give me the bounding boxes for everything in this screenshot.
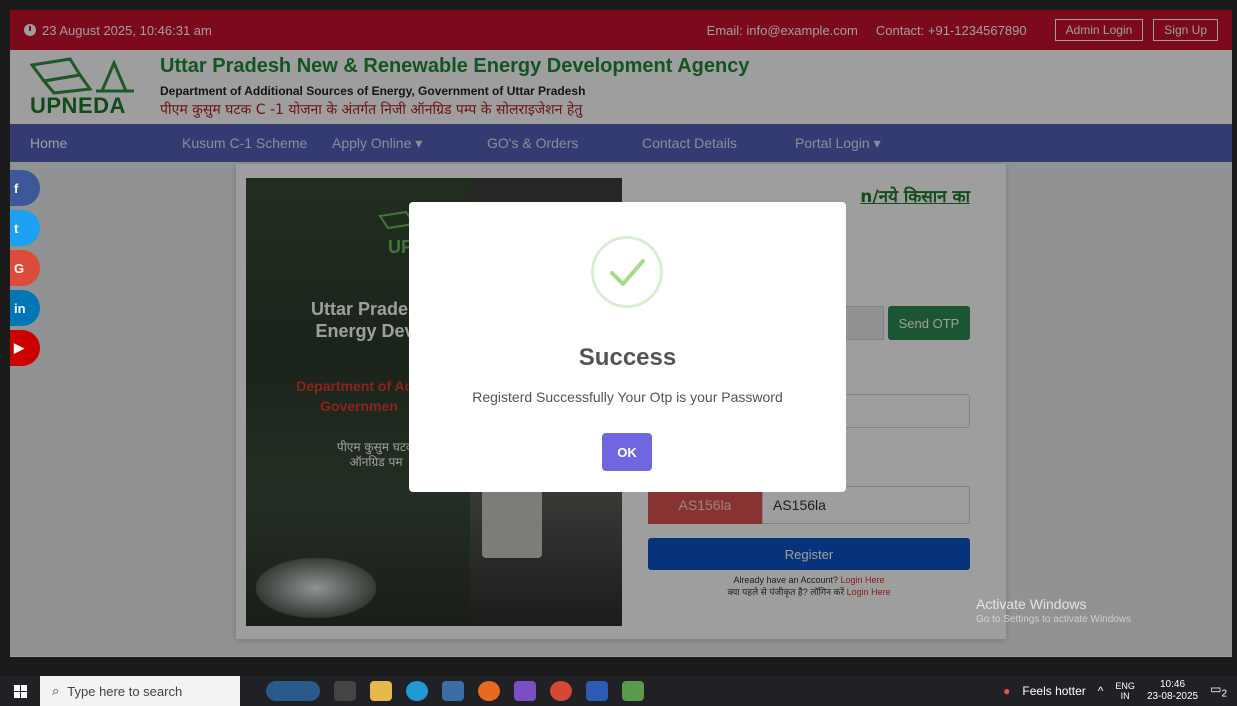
success-check-icon: [591, 236, 663, 308]
social-links: f t G in ▶: [10, 170, 40, 366]
success-dialog: Success Registerd Successfully Your Otp …: [409, 202, 846, 492]
windows-taskbar: ⌕ Type here to search ● Feels hotter ^ E…: [0, 676, 1237, 706]
taskbar-search[interactable]: ⌕ Type here to search: [40, 676, 240, 706]
notification-icon[interactable]: ▭2: [1210, 682, 1227, 699]
language-indicator[interactable]: ENG IN: [1115, 681, 1135, 701]
search-placeholder: Type here to search: [67, 683, 183, 699]
word-icon[interactable]: [586, 681, 608, 701]
firefox-icon[interactable]: [478, 681, 500, 701]
file-explorer-icon[interactable]: [370, 681, 392, 701]
youtube-icon[interactable]: ▶: [10, 330, 40, 366]
taskbar-apps: [266, 681, 644, 701]
activate-windows-watermark: Activate Windows Go to Settings to activ…: [976, 596, 1132, 625]
news-widget-icon[interactable]: [266, 681, 320, 701]
edge-browser-icon[interactable]: [406, 681, 428, 701]
ok-button[interactable]: OK: [602, 433, 652, 471]
linkedin-icon[interactable]: in: [10, 290, 40, 326]
thermometer-icon: ●: [1003, 684, 1011, 698]
taskbar-clock[interactable]: 10:46 23-08-2025: [1147, 679, 1198, 703]
weather-text[interactable]: Feels hotter: [1022, 684, 1085, 698]
facebook-icon[interactable]: f: [10, 170, 40, 206]
dialog-title: Success: [578, 344, 677, 371]
windows-start-icon[interactable]: [0, 676, 40, 706]
chrome-icon[interactable]: [550, 681, 572, 701]
search-icon: ⌕: [52, 683, 60, 698]
task-view-icon[interactable]: [334, 681, 356, 701]
dialog-message: Registerd Successfully Your Otp is your …: [472, 389, 783, 405]
twitter-icon[interactable]: t: [10, 210, 40, 246]
app-icon[interactable]: [622, 681, 644, 701]
chevron-up-icon[interactable]: ^: [1098, 684, 1104, 698]
visual-studio-icon[interactable]: [514, 681, 536, 701]
google-icon[interactable]: G: [10, 250, 40, 286]
system-tray: ● Feels hotter ^ ENG IN 10:46 23-08-2025…: [1003, 679, 1237, 703]
store-icon[interactable]: [442, 681, 464, 701]
